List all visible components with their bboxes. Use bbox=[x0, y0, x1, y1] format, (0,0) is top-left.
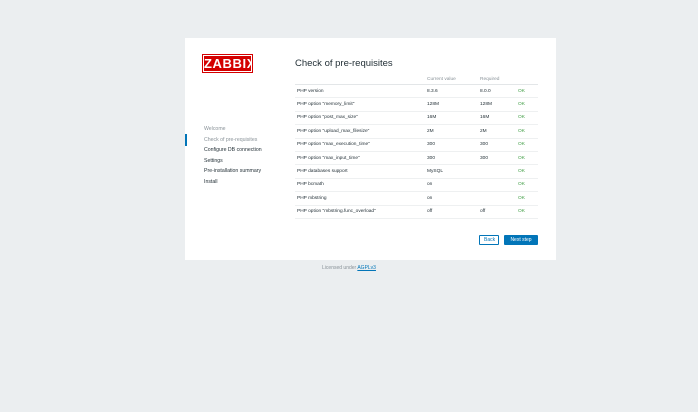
table-row: PHP option "max_input_time" 300 300 OK bbox=[295, 151, 538, 166]
current-value: 300 bbox=[425, 151, 478, 166]
column-header-name bbox=[295, 74, 425, 85]
requirement-name: PHP option "max_execution_time" bbox=[295, 138, 425, 152]
step-configure-db: Configure DB connection bbox=[204, 147, 262, 154]
current-value: 2M bbox=[425, 124, 478, 139]
current-value: on bbox=[425, 191, 478, 206]
setup-steps: Welcome Check of pre-requisites Configur… bbox=[185, 124, 285, 188]
current-value: on bbox=[425, 178, 478, 193]
table-row: PHP databases support MySQL OK bbox=[295, 164, 538, 179]
column-header-current-value: Current value bbox=[425, 74, 478, 85]
requirement-name: PHP option "mbstring.func_overload" bbox=[295, 205, 425, 219]
table-row: PHP bcmath on OK bbox=[295, 178, 538, 193]
page-title: Check of pre-requisites bbox=[295, 58, 393, 69]
back-button[interactable]: Back bbox=[479, 235, 499, 245]
prerequisites-table: Current value Required PHP version 8.3.6… bbox=[295, 74, 538, 219]
required-value: off bbox=[478, 205, 516, 219]
status-ok: OK bbox=[516, 178, 538, 193]
table-row: PHP option "mbstring.func_overload" off … bbox=[295, 205, 538, 219]
status-ok: OK bbox=[516, 191, 538, 206]
zabbix-logo: ZABBIX bbox=[202, 54, 256, 73]
table-row: PHP option "upload_max_filesize" 2M 2M O… bbox=[295, 124, 538, 139]
requirement-name: PHP option "post_max_size" bbox=[295, 111, 425, 126]
status-ok: OK bbox=[516, 138, 538, 152]
table-row: PHP option "max_execution_time" 300 300 … bbox=[295, 138, 538, 152]
current-value: 128M bbox=[425, 97, 478, 112]
table-row: PHP option "memory_limit" 128M 128M OK bbox=[295, 97, 538, 112]
status-ok: OK bbox=[516, 124, 538, 139]
status-ok: OK bbox=[516, 84, 538, 99]
requirement-name: PHP option "upload_max_filesize" bbox=[295, 124, 425, 139]
column-header-status bbox=[516, 74, 538, 85]
agpl-license-link[interactable]: AGPLv3 bbox=[357, 265, 376, 271]
required-value: 128M bbox=[478, 97, 516, 112]
table-row: PHP option "post_max_size" 16M 16M OK bbox=[295, 111, 538, 126]
step-pre-installation-summary: Pre-installation summary bbox=[204, 168, 262, 175]
current-value: off bbox=[425, 205, 478, 219]
column-header-required: Required bbox=[478, 74, 516, 85]
current-value: 16M bbox=[425, 111, 478, 126]
requirement-name: PHP option "max_input_time" bbox=[295, 151, 425, 166]
current-value: 8.3.6 bbox=[425, 84, 478, 99]
license-footer: Licensed under AGPLv3 bbox=[0, 265, 698, 271]
required-value bbox=[478, 164, 516, 179]
required-value: 300 bbox=[478, 138, 516, 152]
required-value bbox=[478, 178, 516, 193]
current-value: 300 bbox=[425, 138, 478, 152]
table-header-row: Current value Required bbox=[295, 74, 538, 85]
required-value: 16M bbox=[478, 111, 516, 126]
license-text: Licensed under bbox=[322, 265, 357, 271]
status-ok: OK bbox=[516, 151, 538, 166]
current-value: MySQL bbox=[425, 164, 478, 179]
status-ok: OK bbox=[516, 205, 538, 219]
requirement-name: PHP mbstring bbox=[295, 191, 425, 206]
setup-card: ZABBIX Welcome Check of pre-requisites C… bbox=[185, 38, 556, 260]
table-row: PHP mbstring on OK bbox=[295, 191, 538, 206]
requirement-name: PHP version bbox=[295, 84, 425, 99]
required-value: 2M bbox=[478, 124, 516, 139]
step-check-prerequisites: Check of pre-requisites bbox=[185, 133, 285, 146]
required-value: 8.0.0 bbox=[478, 84, 516, 99]
required-value bbox=[478, 191, 516, 206]
step-settings: Settings bbox=[204, 157, 223, 164]
step-welcome: Welcome bbox=[204, 126, 226, 132]
next-step-button[interactable]: Next step bbox=[504, 235, 538, 245]
requirement-name: PHP option "memory_limit" bbox=[295, 97, 425, 112]
status-ok: OK bbox=[516, 97, 538, 112]
required-value: 300 bbox=[478, 151, 516, 166]
requirement-name: PHP bcmath bbox=[295, 178, 425, 193]
status-ok: OK bbox=[516, 111, 538, 126]
status-ok: OK bbox=[516, 164, 538, 179]
requirement-name: PHP databases support bbox=[295, 164, 425, 179]
table-row: PHP version 8.3.6 8.0.0 OK bbox=[295, 84, 538, 99]
step-install: Install bbox=[204, 178, 218, 185]
